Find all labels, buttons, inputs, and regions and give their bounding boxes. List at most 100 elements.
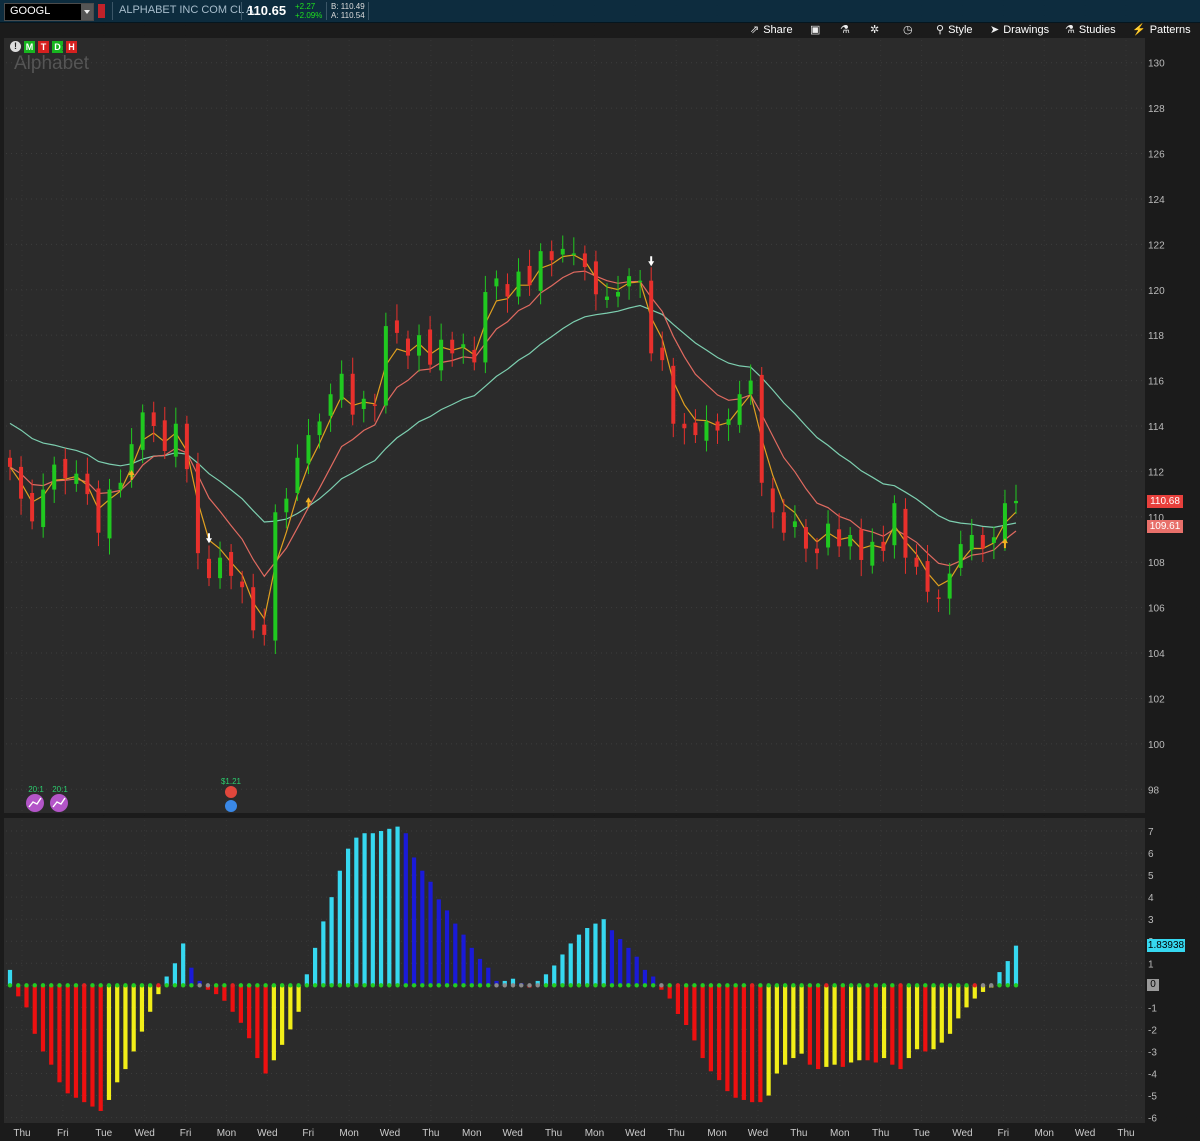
osc-tick-label: 4 xyxy=(1148,893,1154,904)
candle-body xyxy=(417,335,422,356)
price-tick-label: 124 xyxy=(1148,195,1165,206)
candle-body xyxy=(991,537,996,543)
zero-line-dot xyxy=(782,983,788,988)
zero-line-dot xyxy=(98,983,103,988)
zero-line-dot xyxy=(288,983,293,988)
histogram-bar xyxy=(766,985,771,1096)
histogram-bar xyxy=(90,985,95,1107)
dividend-icon[interactable] xyxy=(225,786,237,798)
zero-line-dot xyxy=(642,983,648,988)
time-tick-label: Mon xyxy=(830,1128,849,1139)
histogram-bar xyxy=(733,985,738,1098)
time-tick-label: Wed xyxy=(380,1128,400,1139)
time-tick-label: Thu xyxy=(545,1128,562,1139)
zero-line-dot xyxy=(815,983,821,988)
price-tick-label: 120 xyxy=(1148,286,1165,297)
candle-body xyxy=(571,253,576,255)
zero-line-dot xyxy=(395,983,400,988)
chart-canvas: 9810010210410610811011211411611812012212… xyxy=(6,40,1165,1139)
price-tick-label: 114 xyxy=(1148,422,1164,433)
histogram-bar xyxy=(453,923,458,986)
histogram-bar xyxy=(601,919,606,986)
histogram-bar xyxy=(288,985,293,1030)
zero-line-dot xyxy=(626,983,631,988)
candle-body xyxy=(815,548,820,554)
zero-line-dot xyxy=(865,983,870,988)
zero-line-dot xyxy=(131,983,136,988)
histogram-bar xyxy=(420,870,425,986)
candle-body xyxy=(682,423,687,429)
time-tick-label: Wed xyxy=(952,1128,972,1139)
zero-line-dot xyxy=(593,983,598,988)
histogram-bar xyxy=(387,828,392,986)
candle-body xyxy=(229,552,234,576)
zero-line-dot xyxy=(898,983,903,988)
candle-body xyxy=(372,404,377,406)
time-tick-label: Thu xyxy=(13,1128,30,1139)
zero-line-dot xyxy=(585,983,590,988)
candle-body xyxy=(638,280,643,283)
zero-line-dot xyxy=(345,983,351,988)
zero-line-dot xyxy=(329,983,334,988)
zero-line-dot xyxy=(354,983,359,988)
zero-line-dot xyxy=(106,983,112,988)
time-tick-label: Wed xyxy=(134,1128,154,1139)
histogram-bar xyxy=(345,848,351,986)
zero-line-dot xyxy=(453,983,458,988)
candle-body xyxy=(549,251,554,261)
zero-line-dot xyxy=(527,983,532,988)
zero-line-dot xyxy=(156,983,161,988)
histogram-bar xyxy=(82,985,87,1103)
zero-line-dot xyxy=(766,983,771,988)
zero-line-dot xyxy=(774,983,780,988)
candle-body xyxy=(604,296,609,300)
time-tick-label: Fri xyxy=(997,1128,1009,1139)
time-tick-label: Fri xyxy=(57,1128,69,1139)
candle-body xyxy=(173,423,178,457)
zero-line-dot xyxy=(931,983,936,988)
zero-line-dot xyxy=(692,983,697,988)
histogram-bar xyxy=(1005,961,1010,986)
zero-line-dot xyxy=(180,983,186,988)
histogram-bar xyxy=(40,985,46,1052)
candle-body xyxy=(162,420,167,451)
osc-tick-label: -2 xyxy=(1148,1025,1157,1036)
histogram-bar xyxy=(172,963,178,986)
zero-line-dot xyxy=(222,983,227,988)
candle-body xyxy=(1002,503,1007,543)
histogram-bar xyxy=(73,985,79,1098)
histogram-bar xyxy=(923,985,928,1052)
histogram-bar xyxy=(238,985,243,1023)
candle-body xyxy=(30,492,35,522)
time-tick-label: Wed xyxy=(748,1128,768,1139)
zero-line-dot xyxy=(263,983,268,988)
histogram-bar xyxy=(106,985,112,1100)
zero-line-dot xyxy=(758,983,763,988)
zero-line-dot xyxy=(255,983,260,988)
histogram-bar xyxy=(815,985,821,1070)
zero-line-dot xyxy=(634,983,639,988)
histogram-bar xyxy=(7,969,13,986)
earnings-icon[interactable] xyxy=(225,800,237,812)
candle-body xyxy=(8,457,12,467)
histogram-bar xyxy=(956,985,961,1019)
histogram-bar xyxy=(964,985,969,1008)
zero-line-dot xyxy=(560,983,565,988)
histogram-bar xyxy=(395,826,400,986)
zero-line-dot xyxy=(733,983,738,988)
histogram-bar xyxy=(230,985,235,1012)
histogram-bar xyxy=(403,833,408,986)
histogram-bar xyxy=(593,923,598,986)
zero-line-dot xyxy=(675,983,681,988)
candle-body xyxy=(394,320,399,333)
candle-body xyxy=(206,558,211,579)
candle-body xyxy=(428,329,433,365)
candle-body xyxy=(770,488,775,513)
candle-body xyxy=(881,541,886,551)
histogram-bar xyxy=(98,985,103,1111)
time-tick-label: Wed xyxy=(625,1128,645,1139)
zero-line-dot xyxy=(972,983,977,988)
time-tick-label: Mon xyxy=(585,1128,604,1139)
time-tick-label: Thu xyxy=(790,1128,807,1139)
zero-line-dot xyxy=(741,983,747,988)
